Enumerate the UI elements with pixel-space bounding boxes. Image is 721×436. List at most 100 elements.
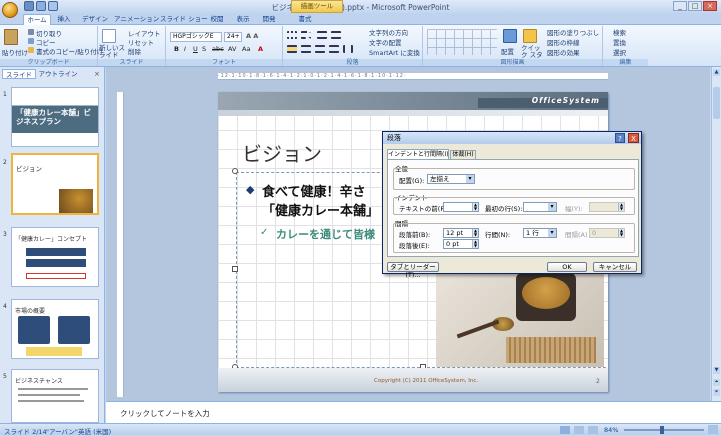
grow-font-icon[interactable]: A A [246, 32, 258, 40]
fit-to-window-icon[interactable] [708, 425, 718, 434]
tab-review[interactable]: 校閲 [207, 14, 227, 25]
spin-arrows-icon[interactable]: ▲ ▼ [618, 203, 624, 211]
scroll-thumb[interactable] [713, 87, 720, 119]
minimize-button[interactable]: _ [673, 1, 687, 11]
tab-outline[interactable]: アウトライン [38, 69, 78, 79]
tab-slides[interactable]: スライド [2, 69, 36, 79]
slide-footer[interactable]: Copyright (C) 2011 OfficeSystem, Inc. [374, 378, 478, 384]
replace-button[interactable]: 置換 [613, 37, 626, 47]
spin-arrows-icon[interactable]: ▲ ▼ [472, 203, 478, 211]
curry-photo[interactable] [436, 267, 604, 367]
text-direction-button[interactable]: 文字列の方向 [369, 27, 408, 37]
new-slide-icon[interactable] [102, 29, 116, 43]
decrease-indent-icon[interactable] [317, 31, 327, 39]
before-spacing-input[interactable]: 12 pt ▲ ▼ [443, 228, 479, 238]
shape-effects-button[interactable]: 図形の効果 [547, 47, 580, 57]
italic-icon[interactable]: I [184, 45, 186, 53]
resize-handle[interactable] [232, 168, 238, 174]
slideshow-icon[interactable] [588, 426, 598, 434]
tab-slideshow[interactable]: スライド ショー [160, 14, 208, 25]
slide-number[interactable]: 2 [596, 378, 600, 385]
font-size-select[interactable]: 24+ [224, 32, 242, 42]
zoom-level[interactable]: 84% [604, 426, 618, 434]
spacing-icon[interactable]: AV [228, 45, 236, 53]
cancel-button[interactable]: キャンセル [593, 262, 637, 272]
restore-button[interactable]: □ [688, 1, 702, 11]
tab-format[interactable]: 書式 [294, 14, 316, 25]
tab-animations[interactable]: アニメーション [114, 14, 159, 25]
bullet-text-line1[interactable]: 食べて健康！辛さ [262, 181, 365, 200]
tab-typography[interactable]: 体裁(H) [450, 150, 476, 159]
tab-indents-spacing[interactable]: インデントと行間隔(I) [387, 149, 449, 159]
delete-slide-button[interactable]: 削除 [128, 46, 141, 56]
after-spacing-input[interactable]: 0 pt ▲ ▼ [443, 239, 479, 249]
columns-icon[interactable] [343, 45, 353, 53]
format-painter-icon[interactable] [28, 47, 34, 53]
close-button[interactable]: × [703, 1, 717, 11]
slide-thumbnail-1[interactable]: 「健康カレー本舗」ビジネスプラン [11, 87, 99, 147]
new-slide-button[interactable]: 新しいスライド [99, 45, 125, 59]
bold-icon[interactable]: B [174, 45, 179, 53]
shadow-icon[interactable]: S [202, 45, 206, 53]
spin-arrows-icon[interactable]: ▲ ▼ [472, 240, 478, 248]
at-input[interactable]: 0 ▲ ▼ [589, 228, 625, 238]
before-text-input[interactable]: ▲ ▼ [443, 202, 479, 212]
paste-button[interactable]: 貼り付け [2, 47, 28, 57]
next-slide-icon[interactable]: ⏷ [713, 389, 720, 396]
tab-view[interactable]: 表示 [232, 14, 254, 25]
spin-arrows-icon[interactable]: ▲ ▼ [472, 229, 478, 237]
align-right-icon[interactable] [315, 45, 325, 53]
dialog-title-bar[interactable]: 段落 ? X [383, 132, 641, 144]
scissors-icon[interactable] [28, 29, 34, 35]
underline-icon[interactable]: U [193, 45, 198, 53]
tab-insert[interactable]: 挿入 [53, 14, 75, 25]
slide-thumbnail-5[interactable]: ビジネスチャンス [11, 369, 99, 423]
notes-placeholder[interactable]: クリックしてノートを入力 [120, 408, 210, 419]
ok-button[interactable]: OK [547, 262, 587, 272]
change-case-icon[interactable]: Aa [242, 45, 250, 53]
alignment-select[interactable]: 左揃え ▾ [427, 174, 475, 184]
arrange-icon[interactable] [503, 29, 517, 43]
notes-pane[interactable]: クリックしてノートを入力 [106, 401, 721, 423]
justify-icon[interactable] [329, 45, 339, 53]
office-button[interactable] [2, 2, 18, 18]
slide-thumbnail-3[interactable]: 「健康カレー」コンセプト [11, 227, 99, 287]
arrange-button[interactable]: 配置 [501, 46, 514, 56]
horizontal-ruler[interactable]: ·12·1·10·1·8·1·6·1·4·1·2·1·0·1·2·1·4·1·6… [218, 73, 608, 80]
bullet-text-line2[interactable]: 「健康カレー本舗」 [262, 200, 379, 219]
zoom-slider[interactable] [624, 429, 704, 431]
font-color-icon[interactable]: A [258, 45, 263, 53]
strikethrough-icon[interactable]: abc [212, 45, 224, 53]
tab-developer[interactable]: 開発 [258, 14, 280, 25]
quick-styles-icon[interactable] [523, 29, 537, 43]
by-input[interactable]: ▲ ▼ [589, 202, 625, 212]
slide-sorter-icon[interactable] [574, 426, 584, 434]
line-spacing-select[interactable]: 1 行 ▾ [523, 228, 557, 238]
align-left-icon[interactable] [287, 45, 297, 53]
scroll-down-icon[interactable]: ▼ [713, 367, 720, 374]
smartart-button[interactable]: SmartArt に変換 [369, 47, 420, 57]
shape-outline-button[interactable]: 図形の枠線 [547, 37, 580, 47]
numbering-icon[interactable] [301, 31, 311, 39]
dialog-close-icon[interactable]: X [628, 133, 639, 143]
tab-design[interactable]: デザイン [80, 14, 110, 25]
dropdown-arrow-icon[interactable]: ▾ [466, 175, 474, 183]
help-icon[interactable]: ? [615, 133, 625, 143]
tabs-button[interactable]: タブとリーダー(T)... [387, 262, 439, 279]
format-painter-button[interactable]: 書式のコピー/貼り付け [36, 46, 103, 56]
increase-indent-icon[interactable] [331, 31, 341, 39]
first-line-select[interactable]: ▾ [523, 202, 557, 212]
tab-home[interactable]: ホーム [23, 14, 51, 25]
align-center-icon[interactable] [301, 45, 311, 53]
scroll-up-icon[interactable]: ▲ [713, 69, 720, 76]
shape-fill-button[interactable]: 図形の塗りつぶし [547, 27, 599, 37]
align-text-button[interactable]: 文字の配置 [369, 37, 402, 47]
dropdown-arrow-icon[interactable]: ▾ [548, 229, 556, 237]
slide-thumbnail-2[interactable]: ビジョン [11, 153, 99, 215]
select-button[interactable]: 選択 [613, 47, 626, 57]
zoom-slider-thumb[interactable] [660, 426, 664, 434]
sub-bullet-text[interactable]: カレーを通じて皆様 [276, 226, 375, 242]
slide-title[interactable]: ビジョン [242, 138, 322, 167]
spin-arrows-icon[interactable]: ▲ ▼ [618, 229, 624, 237]
copy-icon[interactable] [28, 38, 34, 44]
